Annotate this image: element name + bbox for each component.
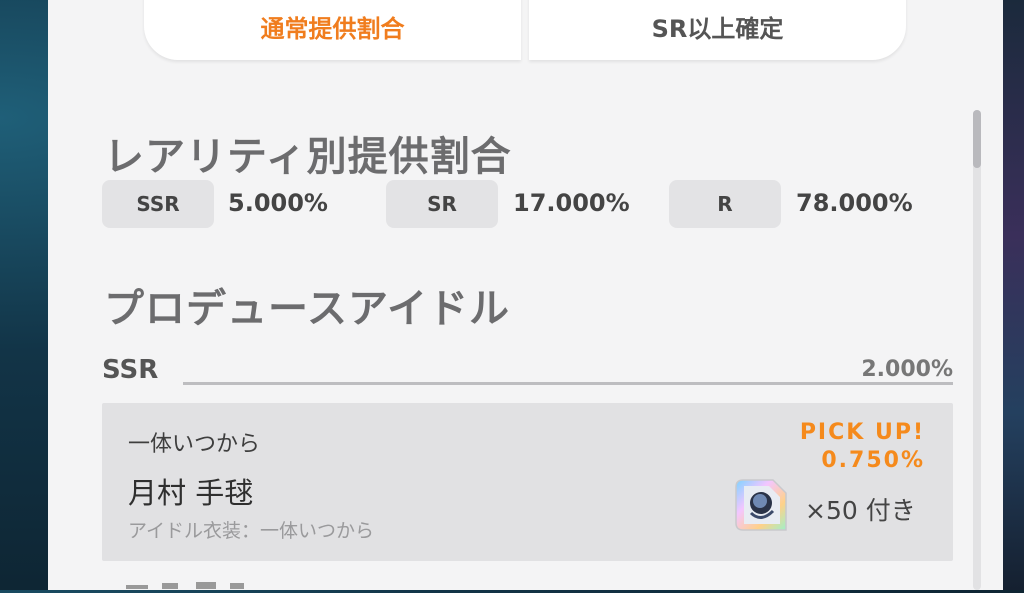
item-count-label: ×50 付き — [805, 496, 916, 525]
rarity-label-r: R — [669, 180, 781, 228]
scrollbar-thumb[interactable] — [973, 110, 981, 168]
rate-tabbar: 通常提供割合 SR以上確定 — [144, 0, 906, 60]
card-idol-name: 月村 手毬 — [128, 476, 254, 510]
scrollbar-track[interactable] — [973, 110, 981, 590]
rarity-label-sr: SR — [386, 180, 498, 228]
ssr-group-divider — [183, 382, 953, 385]
pickup-badge: PICK UP! 0.750% — [800, 419, 925, 475]
ssr-group-rate: 2.000% — [861, 357, 953, 382]
ssr-group-label: SSR — [102, 355, 159, 385]
rarity-rate-r: 78.000% — [796, 189, 913, 217]
card-costume-label: アイドル衣装：一体いつから — [128, 520, 375, 542]
tab-sr-guaranteed[interactable]: SR以上確定 — [529, 0, 906, 60]
rarity-label-ssr: SSR — [102, 180, 214, 228]
costume-piece-icon — [735, 479, 787, 531]
tab-normal-rates[interactable]: 通常提供割合 — [144, 0, 521, 60]
idol-section-title: プロデュースアイドル — [104, 286, 510, 332]
rarity-rate-sr: 17.000% — [513, 189, 630, 217]
idol-card-item[interactable]: 一体いつから 月村 手毬 アイドル衣装：一体いつから PICK UP! 0.75… — [102, 403, 953, 561]
rarity-rate-ssr: 5.000% — [228, 189, 328, 217]
next-card-peek — [126, 582, 244, 589]
pickup-label: PICK UP! — [799, 420, 925, 445]
card-subtitle: 一体いつから — [128, 432, 261, 457]
rarity-section-title: レアリティ別提供割合 — [104, 134, 512, 180]
gacha-rates-panel: 通常提供割合 SR以上確定 レアリティ別提供割合 SSR 5.000% SR 1… — [48, 0, 1003, 590]
pickup-rate: 0.750% — [821, 448, 925, 473]
